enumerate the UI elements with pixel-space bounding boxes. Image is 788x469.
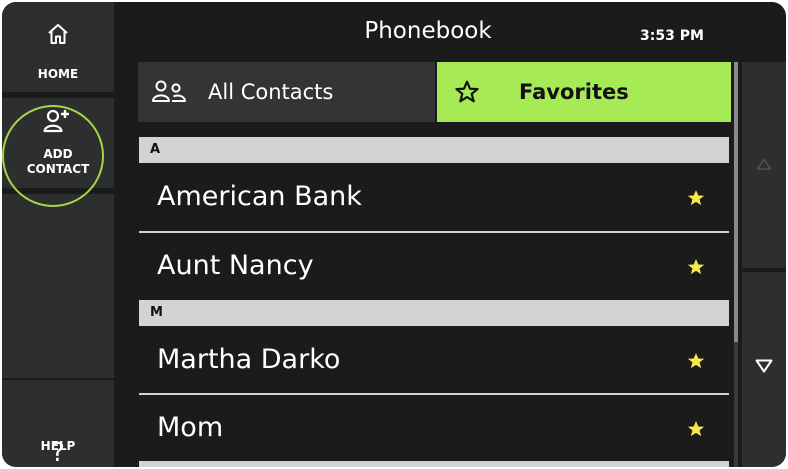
- home-label: HOME: [37, 67, 79, 81]
- contact-row-martha-darko[interactable]: Martha Darko: [139, 328, 729, 392]
- scroll-up-button[interactable]: [742, 62, 786, 268]
- row-divider: [139, 393, 729, 395]
- section-header-m: M: [139, 300, 729, 326]
- tab-favorites-label: Favorites: [519, 80, 629, 104]
- contact-row-american-bank[interactable]: American Bank: [139, 165, 729, 229]
- contact-row-aunt-nancy[interactable]: Aunt Nancy: [139, 234, 729, 298]
- section-letter-m: M: [150, 305, 163, 320]
- screen: HOME ADD CONTACT ? HELP Phonebook 3:53 P…: [0, 0, 788, 469]
- device-screen: HOME ADD CONTACT ? HELP Phonebook 3:53 P…: [2, 2, 786, 467]
- favorite-star-icon[interactable]: [686, 419, 706, 439]
- tab-all-contacts-label: All Contacts: [208, 80, 334, 104]
- favorite-star-icon[interactable]: [686, 351, 706, 371]
- section-letter-a: A: [150, 142, 161, 157]
- help-label: HELP: [40, 439, 76, 453]
- home-button[interactable]: HOME: [2, 2, 114, 92]
- favorite-star-icon[interactable]: [686, 188, 706, 208]
- home-icon: [48, 24, 68, 44]
- tab-all-contacts[interactable]: All Contacts: [138, 62, 435, 122]
- star-outline-icon: [455, 80, 479, 103]
- contact-name: American Bank: [157, 181, 362, 212]
- favorite-star-icon[interactable]: [686, 257, 706, 277]
- row-divider: [139, 461, 729, 467]
- contact-name: Aunt Nancy: [157, 250, 314, 281]
- add-person-icon: [43, 109, 69, 133]
- triangle-up-icon: [756, 158, 772, 170]
- tab-favorites[interactable]: Favorites: [437, 62, 731, 122]
- add-contact-button[interactable]: ADD CONTACT: [2, 98, 114, 188]
- contact-name: Mom: [157, 412, 224, 443]
- triangle-down-icon: [755, 359, 773, 373]
- help-button[interactable]: ? HELP: [2, 380, 114, 467]
- clock: 3:53 PM: [640, 28, 704, 44]
- contacts-icon: [152, 80, 186, 102]
- scroll-down-button[interactable]: [742, 272, 786, 467]
- add-contact-label-line2: CONTACT: [26, 162, 90, 176]
- contact-row-mom[interactable]: Mom: [139, 396, 729, 460]
- section-header-a: A: [139, 137, 729, 163]
- add-contact-label: ADD CONTACT: [2, 147, 114, 177]
- sidebar-spacer: [2, 194, 114, 378]
- contact-name: Martha Darko: [157, 344, 341, 375]
- scrollbar-thumb[interactable]: [734, 62, 738, 342]
- row-divider: [139, 231, 729, 233]
- add-contact-label-line1: ADD: [43, 147, 73, 161]
